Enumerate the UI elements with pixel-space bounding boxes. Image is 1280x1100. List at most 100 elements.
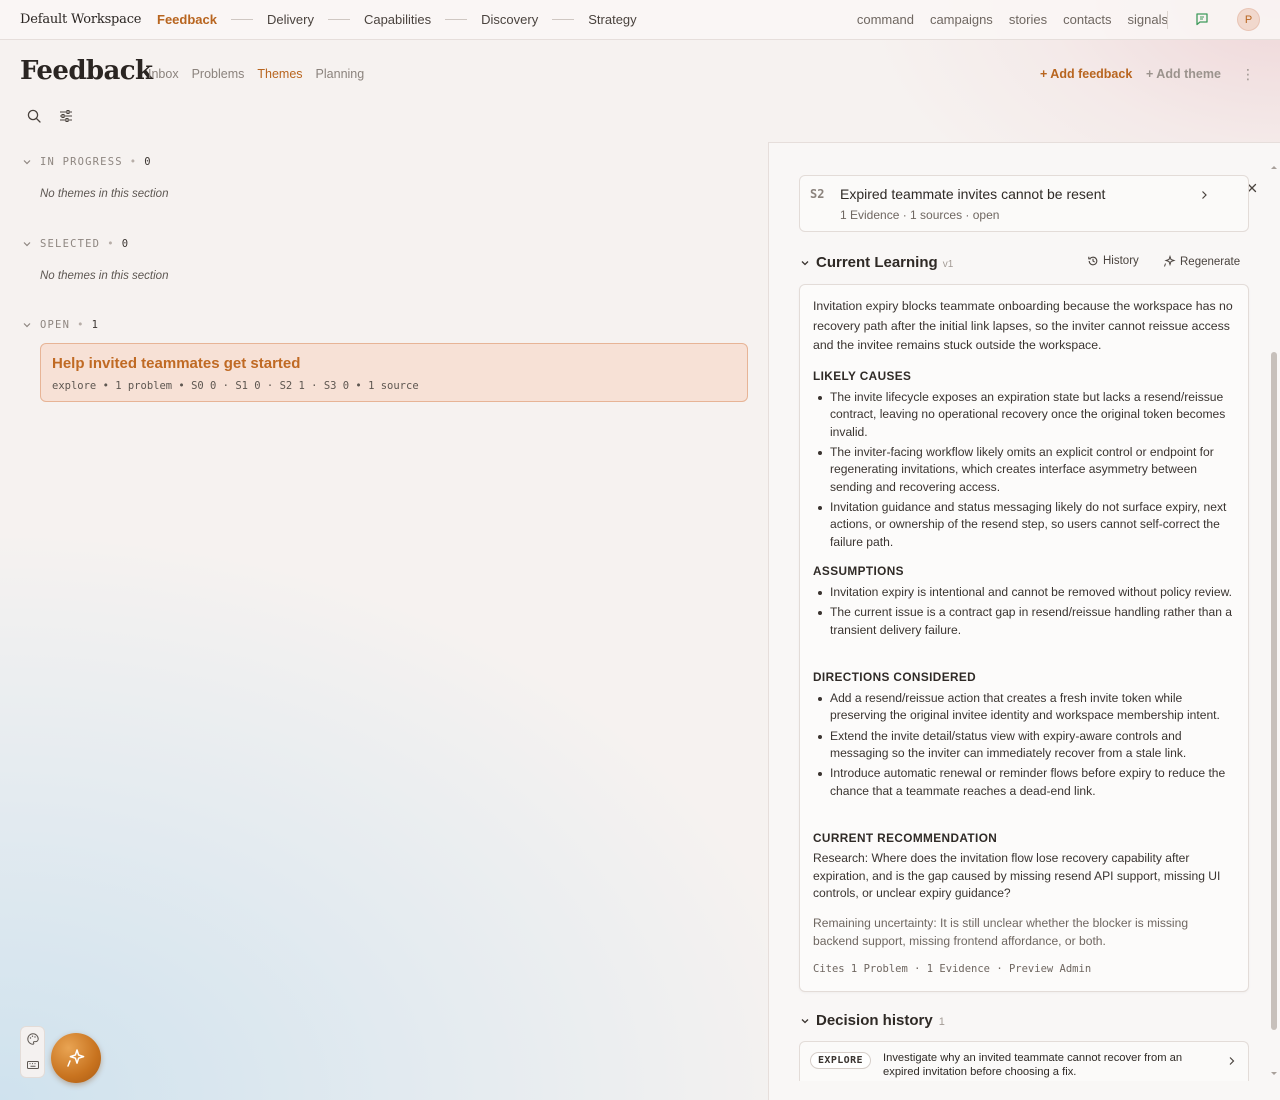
nav-separator (445, 19, 468, 20)
directions-heading: DIRECTIONS CONSIDERED (813, 670, 977, 684)
problem-card[interactable]: S2 Expired teammate invites cannot be re… (799, 175, 1249, 232)
workspace-name[interactable]: Default Workspace (20, 12, 141, 27)
recommendation-heading: CURRENT RECOMMENDATION (813, 831, 998, 845)
link-campaigns[interactable]: campaigns (930, 12, 993, 27)
history-button[interactable]: History (1087, 255, 1139, 267)
section-label: IN PROGRESS (40, 156, 123, 168)
chevron-down-icon (801, 1018, 809, 1023)
assumptions-heading: ASSUMPTIONS (813, 564, 904, 578)
list-item: Invitation expiry is intentional and can… (813, 584, 1235, 601)
palette-icon[interactable] (26, 1032, 40, 1046)
recommendation-text: Research: Where does the invitation flow… (813, 851, 1221, 901)
top-bar: Default Workspace Feedback Delivery Capa… (0, 0, 1280, 40)
filter-sliders-icon[interactable] (58, 108, 74, 124)
decision-history-count: 1 (938, 1016, 945, 1028)
nav-divider (1167, 11, 1168, 29)
link-command[interactable]: command (857, 12, 914, 27)
secondary-nav: command campaigns stories contacts signa… (857, 12, 1168, 27)
separator-dot: • (107, 238, 115, 250)
page-title: Feedback (20, 56, 153, 86)
decision-history-item[interactable]: EXPLORE Investigate why an invited teamm… (799, 1041, 1249, 1081)
problem-title: Expired teammate invites cannot be resen… (840, 186, 1106, 202)
assumptions-list: Invitation expiry is intentional and can… (813, 584, 1235, 642)
theme-card[interactable]: Help invited teammates get started explo… (40, 343, 748, 402)
citations-line: Cites 1 Problem · 1 Evidence · Preview A… (813, 963, 1092, 975)
tab-planning[interactable]: Planning (316, 67, 365, 81)
list-item: Extend the invite detail/status view wit… (813, 728, 1235, 763)
chevron-down-icon (23, 323, 31, 328)
quick-tools (20, 1026, 45, 1078)
list-item: Introduce automatic renewal or reminder … (813, 765, 1235, 800)
likely-causes-list: The invite lifecycle exposes an expirati… (813, 389, 1235, 554)
sparkle-icon (1164, 255, 1176, 267)
section-count: 1 (91, 319, 98, 331)
chevron-right-icon (1202, 191, 1207, 199)
tab-themes[interactable]: Themes (257, 67, 302, 81)
section-selected[interactable]: SELECTED • 0 (22, 238, 128, 250)
section-in-progress[interactable]: IN PROGRESS • 0 (22, 156, 151, 168)
link-signals[interactable]: signals (1128, 12, 1168, 27)
main-nav: Feedback Delivery Capabilities Discovery… (157, 12, 637, 27)
list-item: Invitation guidance and status messaging… (813, 499, 1235, 551)
directions-list: Add a resend/reissue action that creates… (813, 690, 1235, 803)
separator-dot: • (77, 319, 85, 331)
add-feedback-button[interactable]: + Add feedback (1040, 67, 1132, 81)
list-item: The current issue is a contract gap in r… (813, 604, 1235, 639)
sub-tabs: Inbox Problems Themes Planning (148, 67, 364, 81)
separator-dot: • (129, 156, 138, 168)
add-theme-button[interactable]: + Add theme (1146, 67, 1221, 81)
nav-separator (552, 19, 575, 20)
version-label: v1 (942, 259, 954, 270)
theme-title: Help invited teammates get started (52, 355, 301, 372)
search-icon[interactable] (26, 108, 42, 124)
tab-inbox[interactable]: Inbox (148, 67, 179, 81)
history-clock-icon (1088, 256, 1098, 266)
link-contacts[interactable]: contacts (1063, 12, 1111, 27)
regenerate-button[interactable]: Regenerate (1163, 255, 1240, 268)
more-options-icon[interactable]: ⋮ (1241, 66, 1255, 82)
current-learning-header[interactable]: Current Learning v1 (800, 254, 953, 271)
likely-causes-heading: LIKELY CAUSES (813, 369, 912, 383)
nav-discovery[interactable]: Discovery (481, 12, 538, 27)
scroll-up-icon[interactable] (1269, 163, 1279, 171)
theme-meta: explore • 1 problem • S0 0 · S1 0 · S2 1… (52, 380, 419, 392)
decision-history-title: Decision history (816, 1012, 933, 1029)
history-label: History (1103, 255, 1139, 267)
nav-strategy[interactable]: Strategy (588, 12, 636, 27)
empty-state: No themes in this section (40, 188, 169, 200)
uncertainty-text: Remaining uncertainty: It is still uncle… (813, 916, 1189, 948)
nav-feedback[interactable]: Feedback (157, 12, 217, 27)
link-stories[interactable]: stories (1009, 12, 1047, 27)
nav-separator (327, 19, 350, 20)
keyboard-icon[interactable] (26, 1058, 40, 1072)
section-open[interactable]: OPEN • 1 (22, 319, 98, 331)
section-label: SELECTED (40, 238, 101, 250)
scroll-down-icon[interactable] (1269, 1070, 1279, 1078)
tab-problems[interactable]: Problems (192, 67, 245, 81)
chevron-down-icon (23, 242, 31, 247)
problem-meta: 1 Evidence · 1 sources · open (840, 208, 1000, 222)
ai-assistant-button[interactable] (51, 1033, 101, 1083)
decision-badge: EXPLORE (810, 1052, 871, 1069)
list-item: Add a resend/reissue action that creates… (813, 690, 1235, 725)
user-avatar[interactable]: P (1237, 8, 1260, 31)
nav-separator (230, 19, 253, 20)
nav-delivery[interactable]: Delivery (267, 12, 314, 27)
chevron-down-icon (23, 160, 31, 165)
sparkle-icon (67, 1049, 85, 1067)
decision-text: Investigate why an invited teammate cann… (883, 1052, 1183, 1078)
section-count: 0 (121, 238, 129, 250)
section-label: OPEN (40, 319, 71, 331)
severity-label: S2 (810, 187, 825, 201)
list-item: The invite lifecycle exposes an expirati… (813, 389, 1235, 441)
decision-history-header[interactable]: Decision history 1 (800, 1012, 945, 1029)
list-item: The inviter-facing workflow likely omits… (813, 444, 1235, 496)
feedback-chat-icon[interactable] (1195, 12, 1209, 26)
regenerate-label: Regenerate (1180, 255, 1241, 268)
current-learning-title: Current Learning (816, 254, 938, 271)
nav-capabilities[interactable]: Capabilities (364, 12, 431, 27)
panel-scrollbar[interactable] (1271, 352, 1277, 1030)
chevron-down-icon (801, 260, 809, 265)
chevron-right-icon (1229, 1057, 1235, 1065)
learning-card: Invitation expiry blocks teammate onboar… (799, 284, 1249, 992)
